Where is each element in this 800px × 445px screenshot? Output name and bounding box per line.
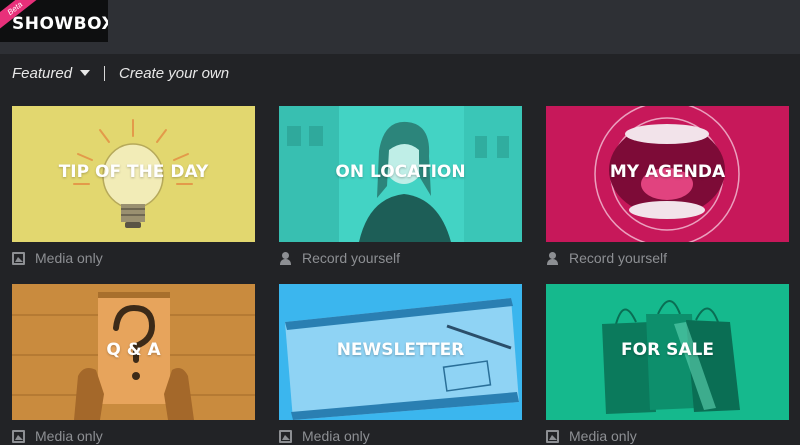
card-meta-my-agenda: Record yourself <box>546 249 667 267</box>
media-icon <box>546 429 559 443</box>
template-card-q-and-a[interactable]: Q & A <box>12 284 255 420</box>
nav-divider <box>104 65 106 81</box>
card-title: FOR SALE <box>621 340 714 360</box>
card-meta-q-and-a: Media only <box>12 427 103 445</box>
user-icon <box>279 251 292 265</box>
media-icon <box>12 251 25 265</box>
card-type-label: Record yourself <box>569 250 668 266</box>
card-title: MY AGENDA <box>609 162 726 182</box>
card-title: TIP OF THE DAY <box>58 162 209 182</box>
logo-text: SHOWBOX <box>12 14 108 34</box>
card-type-label: Record yourself <box>302 250 401 266</box>
sub-navigation: Featured Create your own <box>12 62 229 84</box>
template-card-for-sale[interactable]: FOR SALE <box>546 284 789 420</box>
template-card-my-agenda[interactable]: MY AGENDA <box>546 106 789 242</box>
template-card-tip-of-the-day[interactable]: TIP OF THE DAY <box>12 106 255 242</box>
card-type-label: Media only <box>35 428 103 444</box>
card-type-label: Media only <box>302 428 370 444</box>
user-icon <box>546 251 559 265</box>
showbox-logo[interactable]: Beta SHOWBOX <box>0 0 108 42</box>
template-card-newsletter[interactable]: NEWSLETTER <box>279 284 522 420</box>
card-meta-tip-of-the-day: Media only <box>12 249 103 267</box>
card-type-label: Media only <box>569 428 637 444</box>
card-title: Q & A <box>106 340 161 360</box>
media-icon <box>279 429 292 443</box>
caret-down-icon[interactable] <box>80 70 91 76</box>
card-meta-newsletter: Media only <box>279 427 370 445</box>
create-your-own-link[interactable]: Create your own <box>119 65 229 82</box>
featured-dropdown[interactable]: Featured <box>12 65 72 82</box>
card-meta-on-location: Record yourself <box>279 249 400 267</box>
card-title: ON LOCATION <box>335 162 466 182</box>
top-bar: Beta SHOWBOX <box>0 0 800 54</box>
template-card-on-location[interactable]: ON LOCATION <box>279 106 522 242</box>
media-icon <box>12 429 25 443</box>
card-type-label: Media only <box>35 250 103 266</box>
card-meta-for-sale: Media only <box>546 427 637 445</box>
card-title: NEWSLETTER <box>336 340 465 360</box>
